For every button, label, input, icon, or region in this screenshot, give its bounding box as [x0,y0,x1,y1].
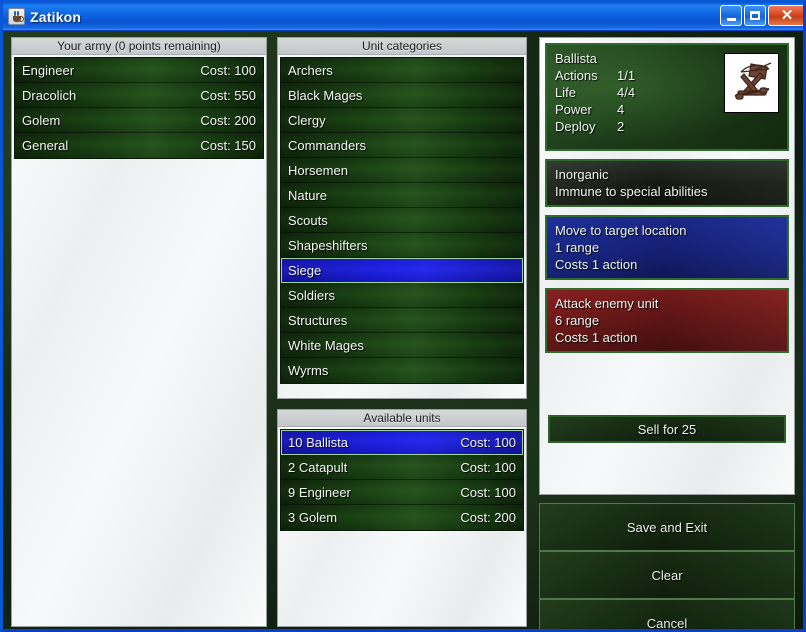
available-list-item[interactable]: 2 Catapult Cost: 100 [281,455,523,480]
unit-cost: Cost: 200 [200,112,256,128]
ability-block-move: Move to target location 1 range Costs 1 ac… [545,215,789,280]
category-label: Black Mages [288,87,363,103]
category-list-item[interactable]: Soldiers [281,283,523,308]
game-canvas: Your army (0 points remaining) Engineer C… [3,31,803,629]
stat-key: Actions [555,68,598,83]
window-controls: ✕ [720,5,803,26]
army-list-item[interactable]: Golem Cost: 200 [15,108,263,133]
unit-cost: Cost: 100 [460,459,516,475]
unit-cost: Cost: 100 [460,484,516,500]
unit-cost: Cost: 550 [200,87,256,103]
ability-line: Move to target location [555,223,687,238]
category-list-item[interactable]: Archers [281,58,523,83]
your-army-title: Your army (0 points remaining) [12,38,266,55]
ability-line: Costs 1 action [555,257,638,272]
unit-label: Engineer [22,62,75,78]
category-label: Shapeshifters [288,237,368,253]
ability-block-passive: Inorganic Immune to special abilities [545,159,789,207]
unit-categories-list[interactable]: Archers Black Mages Clergy Commanders Horsem… [280,57,524,384]
ability-line: 1 range [555,240,600,255]
ability-block-attack: Attack enemy unit 6 range Costs 1 action [545,288,789,353]
category-label: Soldiers [288,287,335,303]
category-label: Structures [288,312,348,328]
ability-line: Inorganic [555,167,609,182]
unit-cost: Cost: 200 [460,510,516,525]
category-list-item[interactable]: Structures [281,308,523,333]
ability-line: Immune to special abilities [555,184,708,199]
unit-categories-title: Unit categories [278,38,526,55]
category-list-item[interactable]: Siege [281,258,523,283]
category-label: White Mages [288,337,364,353]
your-army-panel: Your army (0 points remaining) Engineer C… [11,37,267,627]
unit-categories-panel: Unit categories Archers Black Mages Clergy… [277,37,527,399]
unit-label: 2 Catapult [288,459,348,475]
window-title: Zatikon [30,8,82,25]
maximize-button[interactable] [744,5,766,26]
title-bar: Zatikon ✕ [3,3,803,31]
minimize-button[interactable] [720,5,742,26]
category-list-item[interactable]: Horsemen [281,158,523,183]
available-units-title: Available units [278,410,526,427]
sell-button[interactable]: Sell for 25 [548,415,786,443]
category-list-item[interactable]: Wyrms [281,358,523,383]
unit-cost: Cost: 150 [200,138,256,153]
close-button[interactable]: ✕ [768,5,803,26]
category-list-item[interactable]: Clergy [281,108,523,133]
available-units-list[interactable]: 10 Ballista Cost: 100 2 Catapult Cost: 100 9… [280,429,524,531]
unit-label: Golem [22,112,61,128]
unit-label: General [22,138,69,153]
ballista-svg [734,62,771,100]
category-label: Wyrms [288,363,329,378]
unit-label: Dracolich [22,87,77,103]
stat-key: Deploy [555,119,596,134]
cancel-button[interactable]: Cancel [539,599,795,629]
application-window: Zatikon ✕ Your army (0 points remaining)… [0,0,806,632]
category-list-item[interactable]: Nature [281,183,523,208]
unit-stats-block: Ballista Actions 1/1 Life 4/4 Power 4 Deploy 2 [545,43,789,151]
category-list-item[interactable]: Black Mages [281,83,523,108]
stat-value: 2 [617,119,625,134]
unit-label: 9 Engineer [288,484,351,500]
category-label: Nature [288,187,328,203]
category-list-item[interactable]: Commanders [281,133,523,158]
close-icon: ✕ [780,7,794,24]
available-units-panel: Available units 10 Ballista Cost: 100 2 Ca… [277,409,527,627]
category-list-item[interactable]: Scouts [281,208,523,233]
clear-button[interactable]: Clear [539,551,795,599]
unit-label: 10 Ballista [288,434,348,450]
available-list-item[interactable]: 3 Golem Cost: 200 [281,505,523,530]
your-army-list[interactable]: Engineer Cost: 100 Dracolich Cost: 550 Golem… [14,57,264,159]
unit-abilities: Inorganic Immune to special abilities Move… [545,159,789,353]
category-label: Scouts [288,212,328,228]
available-list-item[interactable]: 9 Engineer Cost: 100 [281,480,523,505]
ballista-icon [724,53,779,113]
stat-key: Power [555,102,592,117]
army-list-item[interactable]: Engineer Cost: 100 [15,58,263,83]
stat-key: Life [555,85,576,100]
category-list-item[interactable]: White Mages [281,333,523,358]
category-label: Commanders [288,137,367,153]
category-label: Siege [288,262,322,278]
category-list-item[interactable]: Shapeshifters [281,233,523,258]
ability-line: Attack enemy unit [555,296,659,311]
java-coffee-cup-icon [8,8,25,25]
save-and-exit-button[interactable]: Save and Exit [539,503,795,551]
category-label: Archers [288,62,333,78]
unit-cost: Cost: 100 [460,434,516,450]
category-label: Horsemen [288,162,348,178]
unit-cost: Cost: 100 [200,62,256,78]
ability-line: Costs 1 action [555,330,638,345]
unit-label: 3 Golem [288,510,338,525]
army-list-item[interactable]: Dracolich Cost: 550 [15,83,263,108]
ability-line: 6 range [555,313,600,328]
army-list-item[interactable]: General Cost: 150 [15,133,263,158]
available-list-item[interactable]: 10 Ballista Cost: 100 [281,430,523,455]
category-label: Clergy [288,112,326,128]
unit-detail-panel: Ballista Actions 1/1 Life 4/4 Power 4 Deploy 2 [539,37,795,495]
